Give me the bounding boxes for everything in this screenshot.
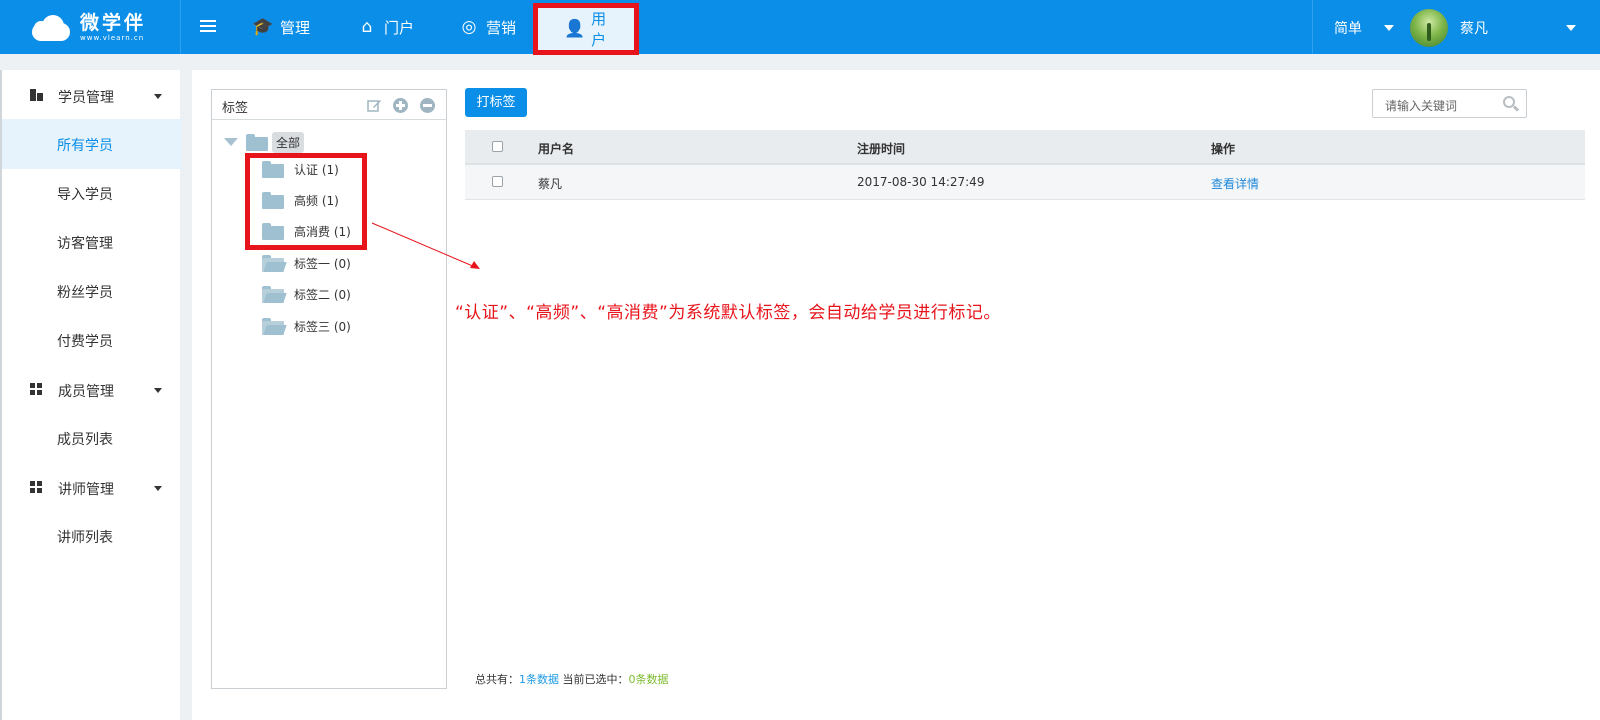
- selected-value: 0条数据: [628, 673, 669, 686]
- grid-icon: [30, 383, 44, 395]
- sidebar-item-all-students[interactable]: 所有学员: [2, 119, 182, 169]
- divider: [180, 0, 181, 54]
- nav-users[interactable]: 👤 用户: [533, 3, 639, 55]
- view-details-link[interactable]: 查看详情: [1211, 175, 1259, 192]
- sidebar-group-students[interactable]: 学员管理: [2, 70, 182, 120]
- sidebar-item-fans[interactable]: 粉丝学员: [2, 266, 182, 316]
- nav-users-label: 用户: [591, 10, 607, 49]
- chevron-down-icon: [154, 486, 162, 491]
- total-label: 总共有：: [475, 673, 519, 686]
- top-navbar: 微学伴 www.vlearn.cn 🎓 管理 ⌂ 门户 ◎ 营销 👤 用户 简单…: [0, 0, 1600, 55]
- building-icon: [30, 89, 44, 101]
- chevron-down-icon[interactable]: [1384, 25, 1394, 31]
- column-header-actions: 操作: [1211, 142, 1236, 156]
- chevron-down-icon: [154, 388, 162, 393]
- avatar[interactable]: [1410, 9, 1448, 47]
- chevron-down-icon: [154, 94, 162, 99]
- sidebar-item-import-students[interactable]: 导入学员: [2, 168, 182, 218]
- user-gear-icon: 👤: [564, 19, 586, 39]
- search-icon[interactable]: [1503, 96, 1520, 112]
- grid-icon: [30, 481, 44, 493]
- nav-manage-label: 管理: [280, 18, 311, 37]
- cell-username: 蔡凡: [538, 177, 563, 191]
- folder-open-icon: [262, 317, 287, 335]
- sidebar-group-label: 学员管理: [58, 90, 114, 106]
- search-input[interactable]: 请输入关键词: [1372, 89, 1527, 118]
- version-select[interactable]: 简单: [1334, 18, 1362, 38]
- nav-manage[interactable]: 🎓 管理: [252, 0, 310, 54]
- sidebar-group-members[interactable]: 成员管理: [2, 364, 182, 414]
- annotation-arrow: [371, 222, 480, 269]
- column-header-registered[interactable]: 注册时间: [857, 140, 905, 157]
- nav-portal-label: 门户: [384, 18, 415, 37]
- divider: [1312, 0, 1313, 54]
- sidebar: 学员管理 所有学员 导入学员 访客管理 粉丝学员 付费学员 成员管理 成员列表 …: [0, 70, 182, 720]
- sidebar-item-visitors[interactable]: 访客管理: [2, 217, 182, 267]
- menu-toggle-icon[interactable]: [200, 20, 216, 32]
- tag-count: (0): [333, 319, 351, 334]
- cloud-logo-icon: [28, 13, 74, 43]
- brand-name: 微学伴: [80, 12, 147, 34]
- annotation-note: “认证”、“高频”、“高消费”为系统默认标签，会自动给学员进行标记。: [455, 303, 1001, 323]
- students-table: 用户名 注册时间 操作 蔡凡 2017-08-30 14:27:49 查看详情: [465, 130, 1585, 200]
- table-row[interactable]: 蔡凡 2017-08-30 14:27:49 查看详情: [465, 165, 1585, 200]
- sidebar-group-lecturers[interactable]: 讲师管理: [2, 462, 182, 512]
- cell-registered: 2017-08-30 14:27:49: [857, 175, 985, 189]
- chevron-down-icon[interactable]: [1566, 25, 1576, 31]
- sidebar-item-lecturer-list[interactable]: 讲师列表: [2, 511, 182, 561]
- table-header: 用户名 注册时间 操作: [465, 130, 1585, 165]
- graduation-cap-icon: 🎓: [252, 17, 274, 37]
- nav-marketing-label: 营销: [486, 18, 517, 37]
- sidebar-group-label: 讲师管理: [58, 482, 114, 498]
- username[interactable]: 蔡凡: [1460, 18, 1488, 38]
- tag-node-tag3[interactable]: 标签三 (0): [262, 316, 351, 336]
- selected-label: 当前已选中：: [562, 673, 629, 686]
- nav-portal[interactable]: ⌂ 门户: [356, 0, 414, 54]
- sidebar-item-paid-students[interactable]: 付费学员: [2, 315, 182, 365]
- column-header-username[interactable]: 用户名: [538, 140, 574, 157]
- record-count: 总共有：1条数据 当前已选中：0条数据: [475, 671, 669, 687]
- nav-marketing[interactable]: ◎ 营销: [458, 0, 516, 54]
- home-icon: ⌂: [361, 17, 373, 37]
- brand-logo[interactable]: 微学伴 www.vlearn.cn: [28, 10, 178, 46]
- search-placeholder: 请输入关键词: [1385, 99, 1458, 113]
- sidebar-item-member-list[interactable]: 成员列表: [2, 413, 182, 463]
- total-value: 1条数据: [519, 673, 559, 686]
- sidebar-group-label: 成员管理: [58, 384, 114, 400]
- main-content: 标签 全部 认证 (1) 高频 (1) 高消费 (1) 标签一 (0) 标签二 …: [192, 70, 1600, 720]
- tag-label: 标签三: [294, 319, 331, 334]
- aperture-icon: ◎: [461, 17, 477, 37]
- brand-url: www.vlearn.cn: [80, 34, 145, 42]
